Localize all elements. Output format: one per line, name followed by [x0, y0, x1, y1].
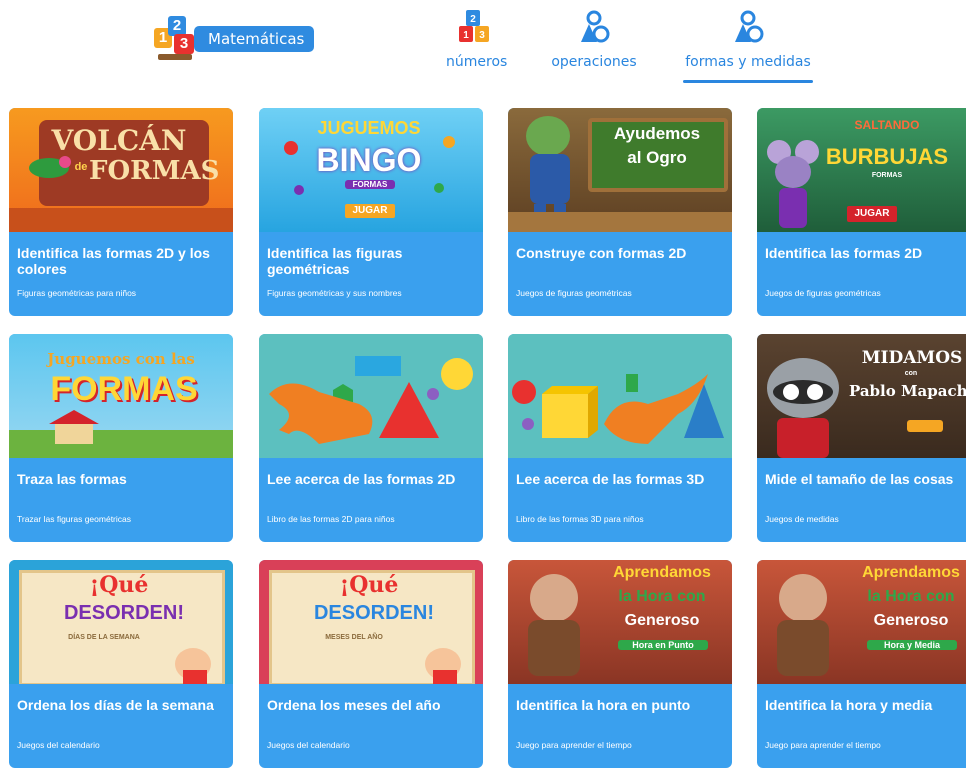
site-header: 1 2 3 Matemáticas 2 1 3 números operacio… [0, 0, 966, 95]
card-subtitle: Libro de las formas 3D para niños [516, 514, 644, 524]
shapes-icon [735, 10, 764, 43]
game-card[interactable]: JUGUEMOS BINGO FORMAS JUGAR Identifica l… [259, 108, 483, 316]
card-title: Lee acerca de las formas 2D [267, 471, 456, 487]
game-card[interactable]: ¡Qué DESORDEN! MESES DEL AÑO Ordena los … [259, 560, 483, 768]
game-card[interactable]: Juguemos con las FORMAS Traza las formas… [9, 334, 233, 542]
card-title: Identifica las formas 2D [765, 245, 923, 261]
card-subtitle: Juegos del calendario [267, 740, 350, 750]
hand-pointer-icon [425, 648, 461, 684]
card-subtitle: Libro de las formas 2D para niños [267, 514, 395, 524]
card-title: Lee acerca de las formas 3D [516, 471, 705, 487]
nav-label-operaciones: operaciones [551, 54, 637, 70]
leaf-decoration-icon [29, 156, 71, 178]
game-thumbnail: VOLCÁN de FORMAS [9, 108, 233, 232]
game-thumbnail: ¡Qué DESORDEN! DÍAS DE LA SEMANA [9, 560, 233, 684]
card-subtitle: Juegos del calendario [17, 740, 100, 750]
svg-text:1: 1 [463, 30, 469, 41]
game-card[interactable]: Lee acerca de las formas 2D Libro de las… [259, 334, 483, 542]
shapes-icon [581, 10, 610, 43]
hand-pointer-icon [175, 648, 211, 684]
nav-item-operaciones[interactable]: operaciones [551, 10, 637, 70]
nav-active-indicator [683, 80, 813, 83]
house-icon [49, 410, 99, 444]
game-card[interactable]: Aprendamos la Hora con Generoso Hora y M… [757, 560, 966, 768]
game-card[interactable]: VOLCÁN de FORMAS Identifica las formas 2… [9, 108, 233, 316]
card-title: Ordena los días de la semana [17, 697, 214, 713]
generoso-character-icon [528, 574, 580, 676]
nav-label-formas-medidas: formas y medidas [685, 54, 811, 70]
game-thumbnail: Ayudemos al Ogro [508, 108, 732, 232]
mouse-character-icon [767, 140, 819, 228]
raccoon-character-icon [767, 358, 839, 458]
game-thumbnail: Aprendamos la Hora con Generoso Hora en … [508, 560, 732, 684]
card-title: Identifica las figuras geométricas [267, 245, 403, 277]
game-card[interactable]: MIDAMOS con Pablo Mapache Mide el tamaño… [757, 334, 966, 542]
solids-cat-illustration [512, 374, 724, 444]
card-subtitle: Juegos de figuras geométricas [516, 288, 632, 298]
number-blocks-icon: 2 1 3 [458, 10, 489, 42]
game-card[interactable]: Aprendamos la Hora con Generoso Hora en … [508, 560, 732, 768]
game-thumbnail [259, 334, 483, 458]
card-title: Mide el tamaño de las cosas [765, 471, 954, 487]
game-card[interactable]: ¡Qué DESORDEN! DÍAS DE LA SEMANA Ordena … [9, 560, 233, 768]
card-title: Ordena los meses del año [267, 697, 441, 713]
game-thumbnail: Aprendamos la Hora con Generoso Hora y M… [757, 560, 966, 684]
card-title: Identifica la hora en punto [516, 697, 691, 713]
game-thumbnail: MIDAMOS con Pablo Mapache [757, 334, 966, 458]
card-subtitle: Figuras geométricas y sus nombres [267, 288, 402, 298]
svg-text:2: 2 [470, 14, 476, 25]
card-title: Identifica las formas 2D y los colores [17, 245, 210, 277]
card-subtitle: Trazar las figuras geométricas [17, 514, 132, 524]
svg-text:3: 3 [479, 30, 485, 41]
shapes-cat-illustration [269, 356, 473, 444]
card-subtitle: Juegos de medidas [765, 514, 839, 524]
card-subtitle: Figuras geométricas para niños [17, 288, 137, 298]
site-logo[interactable]: 1 2 3 Matemáticas [152, 14, 315, 64]
nav-item-numeros[interactable]: 2 1 3 números [446, 10, 507, 70]
number-blocks-logo-icon: 1 2 3 [152, 14, 202, 64]
card-title: Traza las formas [17, 471, 127, 487]
card-subtitle: Juego para aprender el tiempo [765, 740, 881, 750]
game-card[interactable]: SALTANDO BURBUJAS FORMAS JUGAR Identific… [757, 108, 966, 316]
play-button[interactable]: JUGAR [847, 206, 897, 222]
logo-label: Matemáticas [194, 26, 315, 52]
card-title: Identifica la hora y media [765, 697, 933, 713]
generoso-character-icon [777, 574, 829, 676]
game-thumbnail: JUGUEMOS BINGO FORMAS JUGAR [259, 108, 483, 232]
card-title: Construye con formas 2D [516, 245, 687, 261]
nav-item-formas-medidas[interactable]: formas y medidas [683, 10, 813, 70]
game-thumbnail: Juguemos con las FORMAS [9, 334, 233, 458]
nav-label-numeros: números [446, 54, 508, 70]
game-thumbnail [508, 334, 732, 458]
game-thumbnail: SALTANDO BURBUJAS FORMAS JUGAR [757, 108, 966, 232]
game-card[interactable]: Lee acerca de las formas 3D Libro de las… [508, 334, 732, 542]
game-thumbnail: ¡Qué DESORDEN! MESES DEL AÑO [259, 560, 483, 684]
card-subtitle: Juegos de figuras geométricas [765, 288, 881, 298]
game-card[interactable]: Ayudemos al Ogro Construye con formas 2D… [508, 108, 732, 316]
card-subtitle: Juego para aprender el tiempo [516, 740, 632, 750]
bubbles-decoration-icon [284, 136, 455, 195]
